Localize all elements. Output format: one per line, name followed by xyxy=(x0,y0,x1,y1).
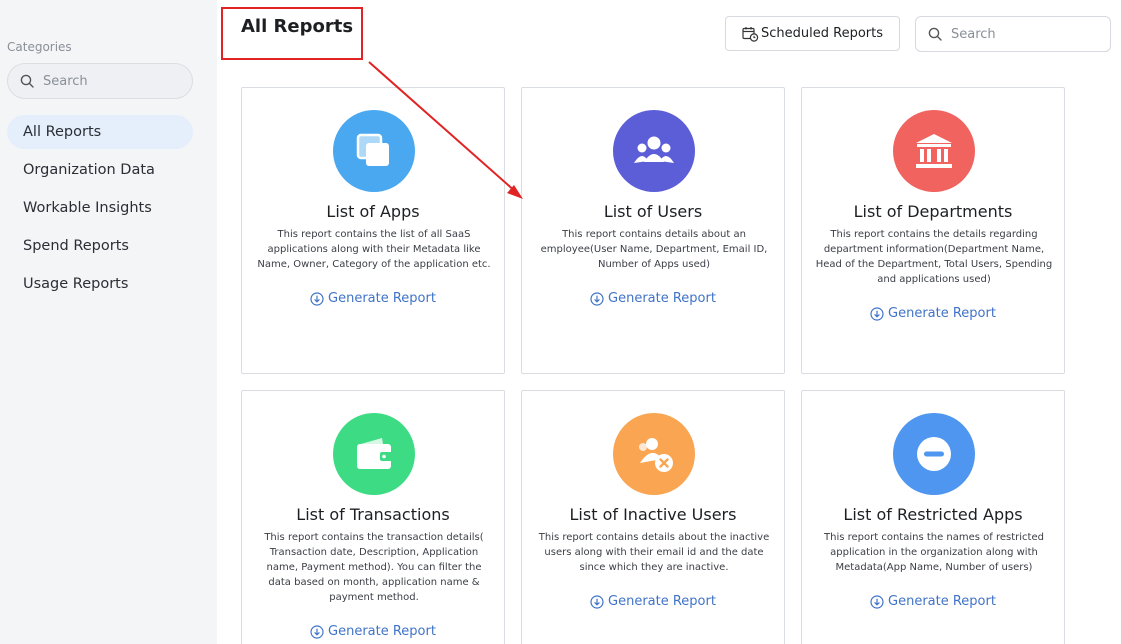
card-description: This report contains details about an em… xyxy=(540,229,768,270)
restricted-icon xyxy=(893,413,975,495)
sidebar-item-spend-reports[interactable]: Spend Reports xyxy=(7,229,193,263)
sidebar-item-all-reports[interactable]: All Reports xyxy=(7,115,193,149)
generate-report-link[interactable]: Generate Report xyxy=(242,624,504,639)
generate-report-label: Generate Report xyxy=(888,594,996,609)
download-circle-icon xyxy=(590,594,604,609)
sidebar-search-input[interactable] xyxy=(43,73,173,89)
generate-report-label: Generate Report xyxy=(608,594,716,609)
department-icon xyxy=(893,110,975,192)
report-card-list-of-transactions[interactable]: List of Transactions This report contain… xyxy=(241,390,505,644)
download-circle-icon xyxy=(310,291,324,306)
search-icon xyxy=(20,74,34,88)
apps-icon xyxy=(333,110,415,192)
card-title: List of Users xyxy=(603,202,703,221)
generate-report-label: Generate Report xyxy=(328,291,436,306)
report-card-list-of-users[interactable]: List of Users This report contains detai… xyxy=(521,87,785,374)
inactive-user-icon xyxy=(613,413,695,495)
scheduled-reports-button[interactable]: Scheduled Reports xyxy=(725,16,900,51)
scheduled-reports-label: Scheduled Reports xyxy=(761,26,883,41)
download-circle-icon xyxy=(870,594,884,609)
generate-report-link[interactable]: Generate Report xyxy=(522,594,784,609)
sidebar-item-workable-insights[interactable]: Workable Insights xyxy=(7,191,193,225)
sidebar: Categories All Reports Organization Data… xyxy=(0,0,217,644)
card-title: List of Departments xyxy=(853,202,1013,221)
categories-label: Categories xyxy=(7,40,72,54)
card-description: This report contains the transaction det… xyxy=(264,532,484,603)
generate-report-link[interactable]: Generate Report xyxy=(802,594,1064,609)
generate-report-label: Generate Report xyxy=(328,624,436,639)
sidebar-search[interactable] xyxy=(7,63,193,99)
card-description: This report contains the details regardi… xyxy=(815,229,1053,285)
reports-page: Categories All Reports Organization Data… xyxy=(0,0,1121,644)
header-search[interactable] xyxy=(915,16,1111,52)
report-card-list-of-inactive-users[interactable]: List of Inactive Users This report conta… xyxy=(521,390,785,644)
generate-report-label: Generate Report xyxy=(608,291,716,306)
report-card-list-of-departments[interactable]: List of Departments This report contains… xyxy=(801,87,1065,374)
card-title: List of Apps xyxy=(326,202,420,221)
card-title: List of Restricted Apps xyxy=(843,505,1023,524)
download-circle-icon xyxy=(590,291,604,306)
users-icon xyxy=(613,110,695,192)
search-icon xyxy=(928,27,942,41)
generate-report-link[interactable]: Generate Report xyxy=(522,291,784,306)
download-circle-icon xyxy=(870,306,884,321)
card-title: List of Inactive Users xyxy=(569,505,737,524)
generate-report-link[interactable]: Generate Report xyxy=(802,306,1064,321)
highlight-annotation-box xyxy=(221,7,363,60)
download-circle-icon xyxy=(310,624,324,639)
generate-report-link[interactable]: Generate Report xyxy=(242,291,504,306)
sidebar-item-organization-data[interactable]: Organization Data xyxy=(7,153,193,187)
sidebar-item-usage-reports[interactable]: Usage Reports xyxy=(7,267,193,301)
report-card-list-of-apps[interactable]: List of Apps This report contains the li… xyxy=(241,87,505,374)
card-description: This report contains the list of all Saa… xyxy=(257,229,491,270)
card-description: This report contains the names of restri… xyxy=(824,532,1044,573)
report-card-list-of-restricted-apps[interactable]: List of Restricted Apps This report cont… xyxy=(801,390,1065,644)
wallet-icon xyxy=(333,413,415,495)
generate-report-label: Generate Report xyxy=(888,306,996,321)
calendar-clock-icon xyxy=(742,26,759,42)
card-title: List of Transactions xyxy=(296,505,450,524)
header-search-input[interactable] xyxy=(951,26,1101,42)
card-description: This report contains details about the i… xyxy=(538,532,770,573)
